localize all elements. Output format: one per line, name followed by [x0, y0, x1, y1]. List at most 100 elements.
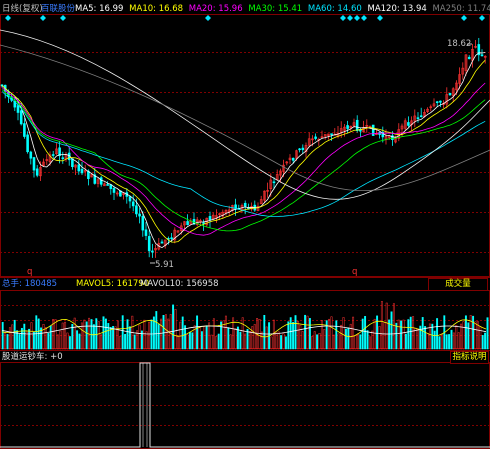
volume-bar	[457, 332, 460, 350]
ma10-line	[1, 59, 486, 243]
volume-bar	[97, 321, 100, 350]
indicator-help-label: 指标说明	[452, 352, 487, 362]
candle-body	[448, 93, 452, 96]
volume-bar	[13, 319, 16, 350]
ma120-line	[0, 29, 490, 200]
volume-bar	[160, 318, 163, 350]
candle-body	[16, 105, 20, 113]
volume-bar	[220, 321, 223, 350]
volume-bar	[400, 320, 403, 350]
volume-bar	[380, 301, 383, 350]
event-marker-icon	[347, 15, 353, 21]
mavol10-line	[1, 325, 487, 335]
volume-bar	[361, 318, 364, 350]
volume-bar	[205, 325, 208, 350]
candle-body	[272, 181, 276, 184]
volume-bar	[251, 326, 254, 350]
indicator-title: 股道运钞车: +0	[2, 352, 63, 362]
volume-bar	[186, 334, 189, 350]
candle-body	[128, 196, 132, 202]
volume-bar	[272, 319, 275, 350]
candle-body	[135, 205, 138, 215]
volume-bar	[28, 328, 31, 350]
indicator-help-tab[interactable]: 指标说明	[450, 351, 489, 364]
volume-bar	[299, 324, 302, 350]
volume-bar	[373, 318, 376, 350]
volume-bar	[47, 333, 50, 350]
candle-body	[467, 56, 471, 60]
volume-bar	[109, 326, 112, 350]
volume-bar	[18, 334, 21, 350]
volume-bar	[445, 334, 448, 350]
volume-bar	[462, 321, 465, 350]
volume-bar	[59, 330, 62, 350]
high-price-label: 18.62	[447, 39, 472, 49]
candle-body	[160, 241, 164, 244]
volume-bar	[330, 316, 333, 350]
volume-bar	[412, 316, 415, 350]
volume-bar	[292, 322, 295, 350]
volume-bar	[265, 326, 268, 350]
volume-bar	[424, 326, 427, 350]
volume-bar	[104, 318, 107, 350]
volume-bar	[392, 303, 395, 350]
volume-bar	[229, 334, 232, 350]
volume-bar	[66, 332, 69, 350]
candle-body	[99, 177, 103, 185]
volume-bar	[311, 336, 314, 350]
volume-bar	[438, 336, 441, 350]
candle-body	[112, 188, 116, 193]
volume-bar	[61, 322, 64, 350]
candle-body	[131, 201, 135, 207]
volume-bar	[44, 327, 47, 350]
volume-bar	[234, 328, 237, 350]
volume-bar	[260, 331, 263, 350]
volume-bar	[200, 331, 203, 350]
volume-bar	[49, 325, 52, 350]
volume-bar	[42, 324, 45, 350]
candle-body	[330, 133, 333, 135]
candle-body	[26, 134, 29, 153]
volume-bar	[35, 315, 38, 350]
volume-bar	[464, 315, 467, 350]
candle-body	[480, 54, 484, 57]
volume-bar	[78, 333, 81, 350]
volume-bar	[54, 319, 57, 350]
volume-bar	[352, 316, 355, 350]
ma5-line	[1, 52, 486, 249]
candle-body	[77, 164, 81, 172]
volume-bar	[73, 317, 76, 350]
volume-bar	[313, 331, 316, 350]
volume-bar	[1, 322, 4, 350]
volume-bar	[407, 319, 410, 350]
candle-body	[298, 148, 301, 151]
volume-tab[interactable]: 成交量	[428, 278, 488, 291]
volume-tab-label: 成交量	[445, 279, 471, 289]
candle-body	[151, 250, 154, 253]
volume-bar	[121, 315, 124, 350]
volume-bar	[426, 333, 429, 350]
volume-bar	[402, 319, 405, 350]
stock-chart-window: 日线(复权) 百联股份 MA5: 16.99 MA10: 16.68 MA20:…	[0, 0, 490, 449]
volume-bar	[287, 321, 290, 350]
volume-bar	[378, 326, 381, 350]
volume-bar	[56, 334, 59, 350]
volume-bar	[212, 318, 215, 350]
event-marker-icon	[361, 15, 367, 21]
volume-bar	[455, 325, 458, 350]
volume-bar	[196, 315, 199, 350]
volume-bar	[404, 333, 407, 350]
volume-bar	[436, 318, 439, 350]
volume-bar	[253, 324, 256, 350]
volume-bar	[95, 318, 98, 350]
volume-bar	[316, 334, 319, 350]
volume-bar	[414, 327, 417, 350]
volume-bar	[162, 315, 165, 350]
candle-body	[35, 168, 39, 176]
volume-bar	[308, 318, 311, 350]
candle-body	[416, 117, 420, 119]
volume-bar	[479, 326, 482, 350]
chart-canvas[interactable]	[0, 0, 490, 449]
volume-bar	[340, 324, 343, 350]
volume-bar	[210, 334, 213, 350]
